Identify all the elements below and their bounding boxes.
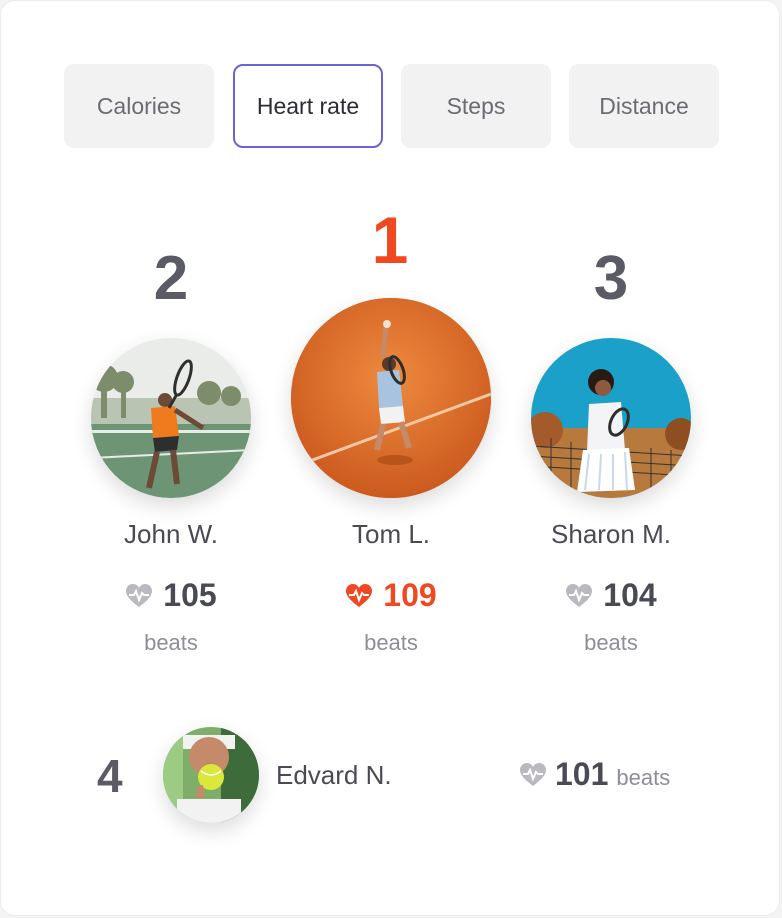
rank-3-number: 3 [593,244,629,313]
list-name-4: Edvard N. [276,760,392,790]
podium-stat-3: 104 [501,577,721,614]
avatar-tom[interactable] [291,298,491,498]
heart-pulse-icon [520,762,546,786]
podium-stat-2: 105 [61,577,281,614]
tab-calories[interactable]: Calories [64,64,214,148]
heart-pulse-icon [126,583,153,607]
podium-stat-1: 109 [281,577,501,614]
tennis-player-photo [531,338,691,498]
heart-pulse-icon [566,583,593,607]
heart-pulse-icon [346,583,373,607]
podium-unit-3: beats [584,630,638,655]
rank-2-number: 2 [153,244,189,313]
stat-value: 101 [555,756,609,792]
podium-name-2: John W. [124,519,218,549]
podium-unit-1: beats [364,630,418,655]
tennis-player-photo [91,338,251,498]
podium-unit-2: beats [144,630,198,655]
tennis-ball-photo [163,727,259,823]
avatar-edvard[interactable] [163,727,259,823]
rank-1-number: 1 [371,203,409,277]
leaderboard-card: Calories Heart rate Steps Distance 1 2 3 [1,1,779,915]
avatar-sharon[interactable] [531,338,691,498]
tab-distance[interactable]: Distance [569,64,719,148]
podium-name-3: Sharon M. [551,519,671,549]
stat-unit: beats [616,765,671,790]
stat-value: 105 [163,577,217,613]
list-stat-4: 101 beats [519,756,670,793]
podium-name-1: Tom L. [351,519,431,549]
stat-value: 104 [603,577,657,613]
tennis-serve-photo [291,298,491,498]
metric-tabs: Calories Heart rate Steps Distance [64,64,719,148]
tab-heart-rate[interactable]: Heart rate [233,64,383,148]
avatar-john[interactable] [91,338,251,498]
stat-value: 109 [383,577,437,613]
rank-4-number: 4 [97,750,123,802]
tab-steps[interactable]: Steps [401,64,551,148]
